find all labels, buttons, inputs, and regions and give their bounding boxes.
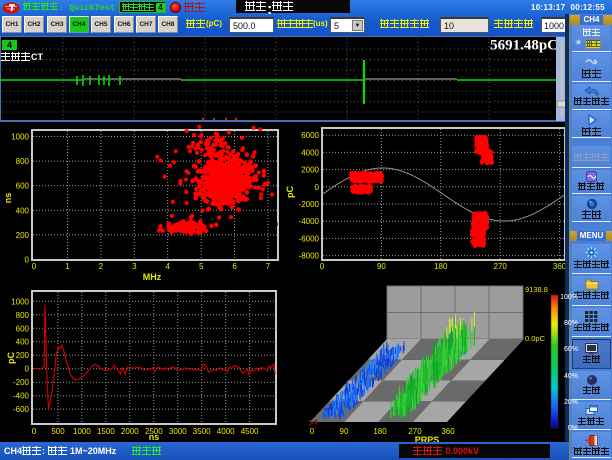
svg-text:0: 0 (32, 427, 37, 436)
svg-text:2: 2 (99, 262, 104, 271)
svg-text:1500: 1500 (97, 427, 115, 436)
svg-text:600: 600 (16, 182, 30, 191)
svg-text:2000: 2000 (301, 166, 319, 175)
svg-text:90: 90 (340, 427, 349, 436)
svg-text:-4000: -4000 (299, 217, 320, 226)
svg-text:-6000: -6000 (299, 234, 320, 243)
svg-text:0: 0 (310, 427, 315, 436)
svg-text:400: 400 (16, 338, 30, 347)
svg-text:6: 6 (232, 262, 237, 271)
svg-text:0: 0 (320, 262, 325, 271)
svg-text:3000: 3000 (169, 427, 187, 436)
svg-text:-2000: -2000 (299, 200, 320, 209)
svg-text:ns: ns (3, 193, 13, 204)
svg-text:800: 800 (16, 157, 30, 166)
svg-text:2000: 2000 (121, 427, 139, 436)
svg-text:pC: pC (285, 186, 295, 198)
svg-text:0.0pC: 0.0pC (525, 334, 546, 343)
svg-text:5: 5 (199, 262, 204, 271)
svg-text:4500: 4500 (241, 427, 259, 436)
svg-text:-600: -600 (13, 405, 30, 414)
svg-text:-400: -400 (13, 392, 30, 401)
svg-text:600: 600 (16, 324, 30, 333)
svg-text:PRPS: PRPS (415, 435, 440, 442)
svg-text:4000: 4000 (301, 148, 319, 157)
svg-text:1000: 1000 (11, 133, 29, 142)
svg-text:270: 270 (494, 262, 508, 271)
svg-text:3500: 3500 (193, 427, 211, 436)
svg-text:0: 0 (25, 256, 30, 265)
svg-text:9138.8: 9138.8 (525, 285, 548, 294)
svg-text:200: 200 (16, 231, 30, 240)
svg-text:90: 90 (377, 262, 386, 271)
svg-text:ns: ns (149, 432, 160, 442)
svg-text:pC: pC (6, 352, 16, 364)
svg-text:1000: 1000 (73, 427, 91, 436)
svg-text:MHz: MHz (143, 272, 162, 282)
svg-text:3: 3 (132, 262, 137, 271)
svg-text:400: 400 (16, 206, 30, 215)
svg-text:1000: 1000 (11, 297, 29, 306)
svg-text:5691.48pC: 5691.48pC (490, 38, 558, 54)
svg-text:-200: -200 (13, 378, 30, 387)
svg-text:500: 500 (51, 427, 65, 436)
svg-text:180: 180 (434, 262, 448, 271)
svg-text:0: 0 (315, 183, 320, 192)
svg-text:0: 0 (25, 365, 30, 374)
svg-text:4: 4 (165, 262, 170, 271)
svg-text:200: 200 (16, 351, 30, 360)
svg-text:0: 0 (32, 262, 37, 271)
svg-text:4000: 4000 (217, 427, 235, 436)
svg-text:1: 1 (65, 262, 70, 271)
svg-text:6000: 6000 (301, 131, 319, 140)
svg-text:180: 180 (373, 427, 387, 436)
svg-text:7: 7 (266, 262, 271, 271)
svg-text:360: 360 (441, 427, 455, 436)
svg-text:800: 800 (16, 311, 30, 320)
svg-text:-8000: -8000 (299, 252, 320, 261)
